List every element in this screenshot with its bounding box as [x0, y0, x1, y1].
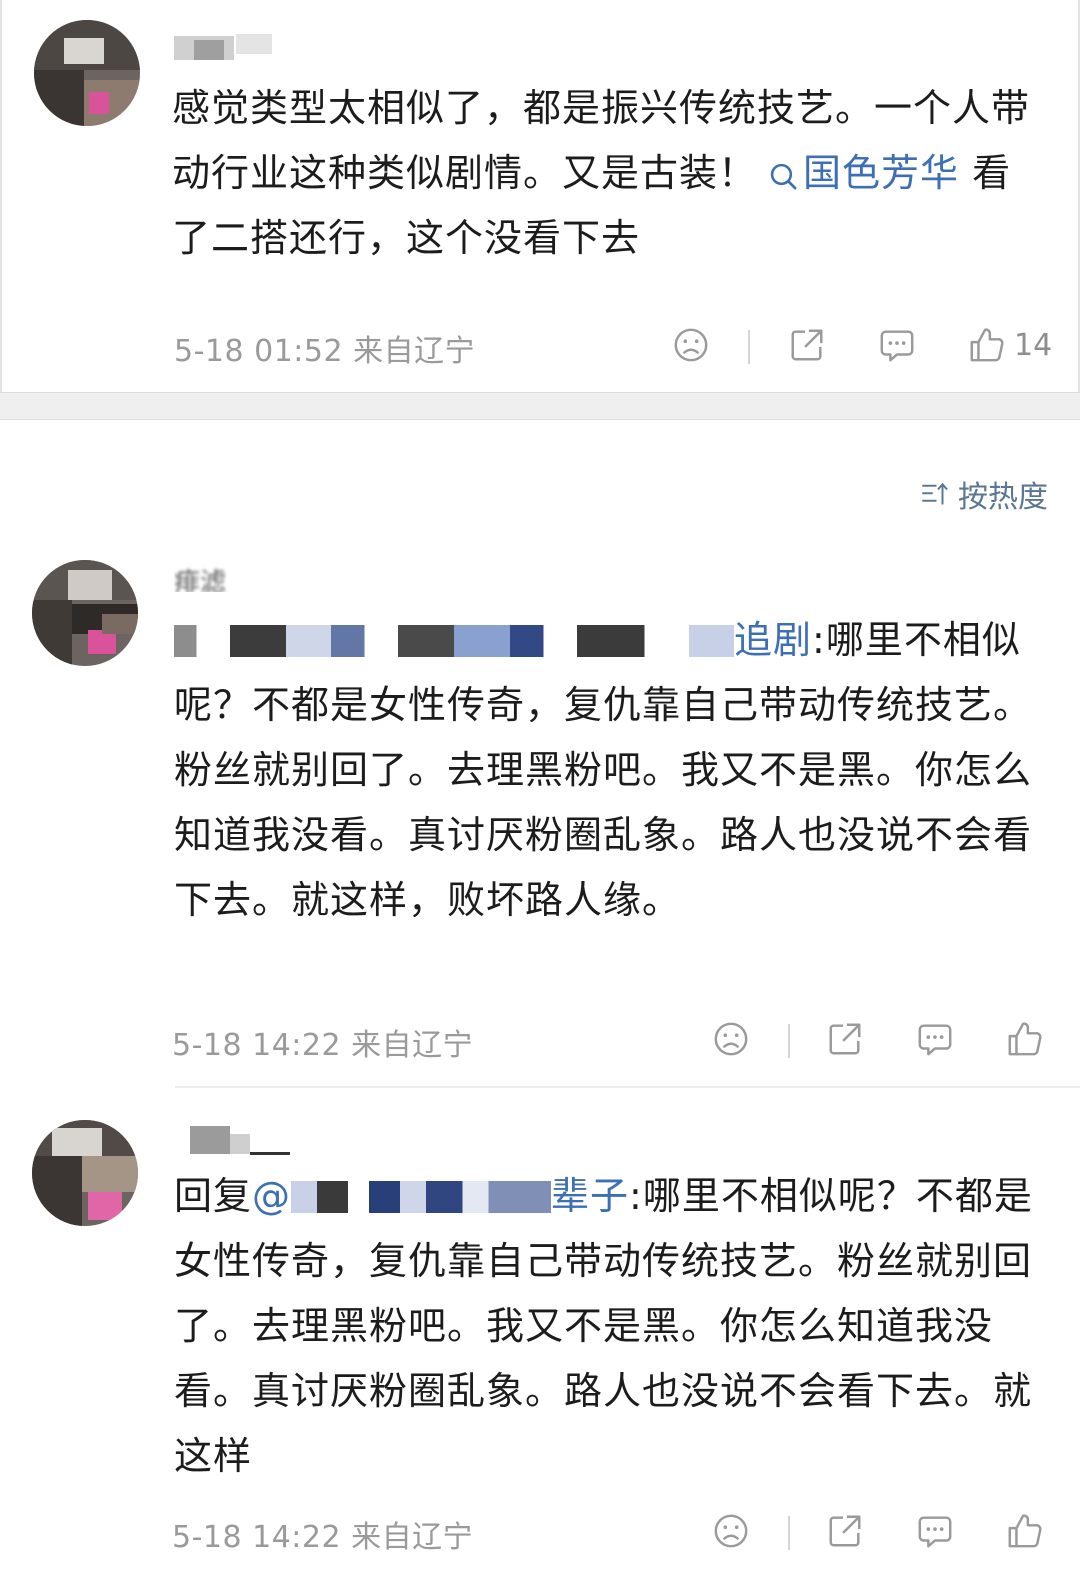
thumbs-up-icon [970, 328, 1004, 362]
divider [788, 1024, 790, 1058]
share-button[interactable] [788, 320, 826, 370]
like-button[interactable]: 14 [968, 320, 1052, 370]
comment-button[interactable] [916, 1014, 954, 1064]
post-actions: 14 [672, 320, 1072, 370]
topic-link[interactable]: 国色芳华 [803, 151, 959, 195]
share-icon [791, 329, 823, 361]
avatar[interactable] [32, 1120, 138, 1226]
comment-actions [712, 1014, 1052, 1064]
divider [788, 1516, 790, 1550]
comment-divider [175, 1086, 1080, 1088]
dislike-button[interactable] [672, 320, 710, 370]
like-button[interactable] [1006, 1014, 1044, 1064]
comment-meta: 5-18 14:22 来自辽宁 [172, 1028, 474, 1063]
sort-label: 按热度 [958, 480, 1048, 515]
comment-body: :哪里不相似呢？不都是女性传奇，复仇靠自己带动传统技艺。粉丝就别回了。去理黑粉吧… [174, 1174, 1033, 1478]
comment-bubble-icon [918, 1024, 952, 1056]
post-card: 感觉类型太相似了，都是振兴传统技艺。一个人带动行业这种类似剧情。又是古装！ 国色芳… [0, 0, 1080, 392]
mention-at[interactable]: @ [252, 1174, 291, 1218]
comment-actions [712, 1506, 1052, 1556]
comment-meta: 5-18 14:22 来自辽宁 [172, 1520, 474, 1555]
section-separator [0, 392, 1080, 420]
comment-text: 回复@ 辈子:哪里不相似呢？不都是女性传奇，复仇靠自己带动传统技艺。粉丝就别回了。… [174, 1164, 1044, 1489]
avatar[interactable] [32, 560, 138, 666]
divider [748, 330, 750, 364]
sort-toggle[interactable]: 按热度 [918, 472, 1048, 516]
comment-button[interactable] [878, 320, 916, 370]
like-button[interactable] [1006, 1506, 1044, 1556]
post-text: 感觉类型太相似了，都是振兴传统技艺。一个人带动行业这种类似剧情。又是古装！ 国色芳… [172, 76, 1042, 271]
dislike-button[interactable] [712, 1506, 750, 1556]
username-blurred[interactable] [174, 30, 294, 70]
mention-link[interactable]: 辈子 [551, 1174, 629, 1218]
comment-button[interactable] [916, 1506, 954, 1556]
comments-section: 按热度 痱滤 追剧:哪里不相似呢？不都是女性传奇，复仇靠自己带动传统技艺。粉丝就… [0, 420, 1080, 1574]
search-icon[interactable] [757, 160, 803, 190]
username-blurred[interactable] [190, 1122, 300, 1162]
reply-prefix: 回复 [174, 1174, 253, 1218]
mention-mask[interactable] [291, 1181, 552, 1213]
thumbs-up-icon [1008, 1514, 1042, 1548]
share-button[interactable] [826, 1014, 864, 1064]
mention-mask[interactable] [174, 625, 734, 657]
avatar[interactable] [34, 20, 140, 126]
mention-link[interactable]: 追剧 [734, 618, 812, 662]
username[interactable]: 痱滤 [174, 562, 284, 592]
comment-body: :哪里不相似呢？不都是女性传奇，复仇靠自己带动传统技艺。粉丝就别回了。去理黑粉吧… [174, 618, 1033, 922]
username-text: 痱滤 [174, 568, 227, 592]
share-button[interactable] [826, 1506, 864, 1556]
comment-bubble-icon [918, 1516, 952, 1548]
comment-text: 追剧:哪里不相似呢？不都是女性传奇，复仇靠自己带动传统技艺。粉丝就别回了。去理黑… [174, 608, 1044, 933]
frown-face-icon [674, 328, 708, 362]
share-icon [829, 1023, 861, 1055]
dislike-button[interactable] [712, 1014, 750, 1064]
like-count: 14 [1014, 327, 1053, 363]
sort-icon [922, 482, 948, 505]
frown-face-icon [714, 1514, 748, 1548]
comment-bubble-icon [880, 330, 914, 362]
frown-face-icon [714, 1022, 748, 1056]
post-meta: 5-18 01:52 来自辽宁 [174, 334, 476, 369]
thumbs-up-icon [1008, 1022, 1042, 1056]
share-icon [829, 1515, 861, 1547]
